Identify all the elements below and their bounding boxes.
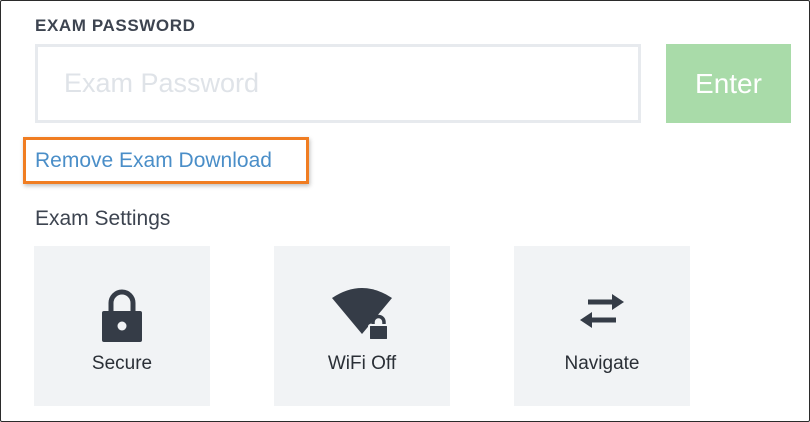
remove-exam-download-link[interactable]: Remove Exam Download <box>35 149 272 173</box>
enter-button[interactable]: Enter <box>666 44 791 123</box>
swap-arrows-icon <box>514 246 690 346</box>
exam-password-label: EXAM PASSWORD <box>35 16 196 35</box>
setting-tile-secure[interactable]: Secure <box>34 246 210 406</box>
wifi-off-lock-icon <box>274 246 450 346</box>
exam-settings-title: Exam Settings <box>35 207 171 230</box>
setting-tile-wifi-off[interactable]: WiFi Off <box>274 246 450 406</box>
exam-password-input[interactable] <box>35 44 641 123</box>
setting-tile-label: Secure <box>91 353 153 374</box>
lock-icon <box>34 246 210 346</box>
setting-tile-label: WiFi Off <box>327 353 397 374</box>
setting-tile-label: Navigate <box>564 353 640 374</box>
setting-tile-navigate[interactable]: Navigate <box>514 246 690 406</box>
